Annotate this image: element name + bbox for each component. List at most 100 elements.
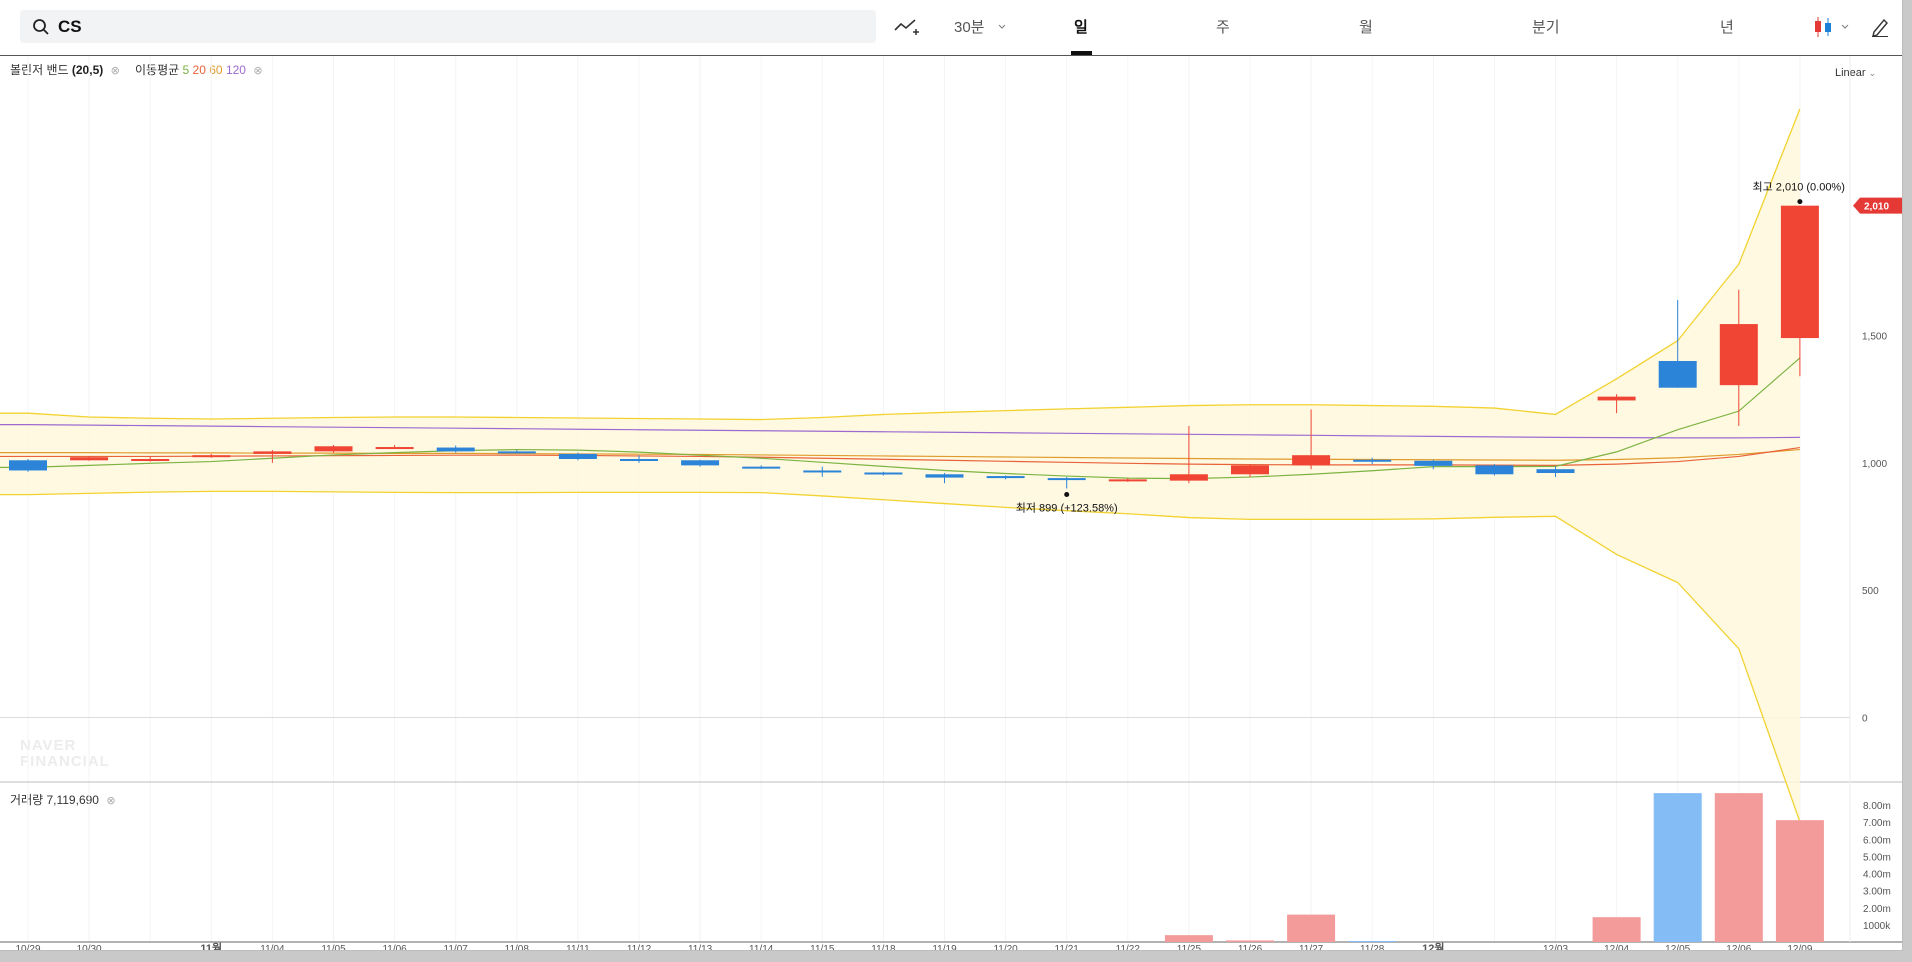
candle-body [1231,465,1269,475]
candle-body [1169,474,1208,481]
volume-tick-label: 5.00m [1863,852,1891,863]
x-tick-label: 11/13 [688,944,713,950]
volume-tick-label: 2.00m [1863,904,1891,915]
candle-body [558,453,597,460]
price-badge-label: 2,010 [1864,202,1889,213]
high-marker [1797,199,1803,205]
chevron-down-icon[interactable] [997,23,1007,31]
volume-tick-label: 4.00m [1863,870,1891,881]
candle-body [1353,459,1392,462]
x-tick-label: 11/28 [1360,944,1385,950]
volume-bar [1226,940,1274,942]
volume-bar [1592,917,1641,942]
x-tick-label: 11/20 [993,944,1018,950]
candle-body [9,460,47,471]
candle-body [1658,360,1697,388]
candle-body [620,459,658,462]
x-tick-label: 10/30 [77,944,102,950]
tab-month[interactable]: 월 [1359,16,1373,37]
search-icon [33,18,49,35]
x-tick-label: 12월 [1422,941,1444,950]
candle-body [375,447,414,450]
volume-tick-label: 8.00m [1863,801,1891,812]
x-tick-label: 11/25 [1177,944,1202,950]
candlestick-chart[interactable]: 0 500 1,000 1,500 1000k 2.00m 3.00m 4.00m 5.00m 6… [0,56,1902,950]
x-tick-label: 11/21 [1055,944,1080,950]
candle-body [1047,478,1086,481]
high-annotation: 최고 2,010 (0.00%) [1752,181,1844,194]
x-tick-label: 11/26 [1238,944,1263,950]
x-tick-label: 11/08 [505,944,530,950]
x-tick-label: 12/04 [1604,944,1629,950]
y-tick-label: 1,500 [1862,332,1887,343]
volume-bar [1164,935,1213,942]
x-tick-label: 11/27 [1299,944,1324,950]
active-tab-indicator [1071,51,1092,55]
candle-body [1780,205,1819,339]
x-tick-label: 11/22 [1116,944,1141,950]
candle-body [1475,465,1514,475]
x-tick-label: 11/15 [810,944,835,950]
x-tick-label: 11월 [200,941,222,950]
candle-body [925,474,964,478]
candle-body [1536,469,1575,474]
candle-body [681,460,720,466]
low-annotation: 최저 899 (+123.58%) [1016,502,1118,515]
search-value: CS [58,16,82,36]
x-tick-label: 11/11 [566,944,590,950]
volume-bar [1714,793,1763,942]
x-tick-label: 11/07 [444,944,469,950]
bollinger-upper-line [0,108,1801,421]
candle-body [1414,460,1453,466]
candle-body [1108,479,1147,482]
x-tick-label: 11/14 [749,944,774,950]
candle-body [131,459,170,462]
interval-select[interactable]: 30분 [954,16,985,37]
x-tick-label: 12/05 [1665,944,1690,950]
x-tick-label: 11/19 [932,944,957,950]
x-tick-label: 11/04 [260,944,285,950]
candle-body [497,451,536,454]
candle-body [314,446,353,452]
drawing-tool-icon[interactable] [893,16,921,38]
search-input[interactable]: CS [20,10,876,43]
low-marker [1064,492,1070,498]
tab-week[interactable]: 주 [1216,16,1230,37]
pencil-icon[interactable] [1871,17,1889,37]
chevron-down-icon[interactable] [1840,23,1850,31]
volume-tick-label: 1000k [1863,921,1891,932]
y-tick-label: 1,000 [1862,459,1887,470]
candle-body [742,466,781,469]
volume-tick-label: 3.00m [1863,887,1891,898]
y-tick-label: 0 [1862,713,1868,724]
candle-body [986,476,1025,479]
tab-day[interactable]: 일 [1074,16,1088,37]
candle-body [70,457,109,461]
x-tick-label: 12/09 [1787,944,1812,950]
x-tick-label: 11/12 [627,944,652,950]
candle-body [803,470,842,473]
toolbar: CS 30분 일 주 월 분기 년 [0,0,1902,56]
tab-year[interactable]: 년 [1720,16,1734,37]
candle-body [192,455,231,458]
volume-tick-label: 6.00m [1863,835,1891,846]
x-tick-label: 10/29 [15,944,40,950]
volume-bar [1775,820,1824,942]
candle-body [253,451,292,454]
bollinger-lower-line [0,490,1801,823]
candlestick-type-icon[interactable] [1813,15,1835,39]
x-tick-label: 11/05 [321,944,346,950]
x-tick-label: 11/06 [382,944,407,950]
volume-bar [1653,793,1702,942]
chart-window: CS 30분 일 주 월 분기 년 볼린저 밴드 (20,5) ⊗ 이동평균 5… [0,0,1903,951]
candle-body [864,472,903,475]
candle-body [1597,396,1636,401]
volume-bar [1287,914,1336,942]
candle-body [1719,324,1758,386]
x-tick-label: 12/06 [1726,944,1751,950]
tab-quarter[interactable]: 분기 [1532,16,1560,37]
x-tick-label: 12/03 [1543,944,1568,950]
volume-tick-label: 7.00m [1863,818,1891,829]
candle-body [436,447,475,452]
y-tick-label: 500 [1862,586,1879,597]
